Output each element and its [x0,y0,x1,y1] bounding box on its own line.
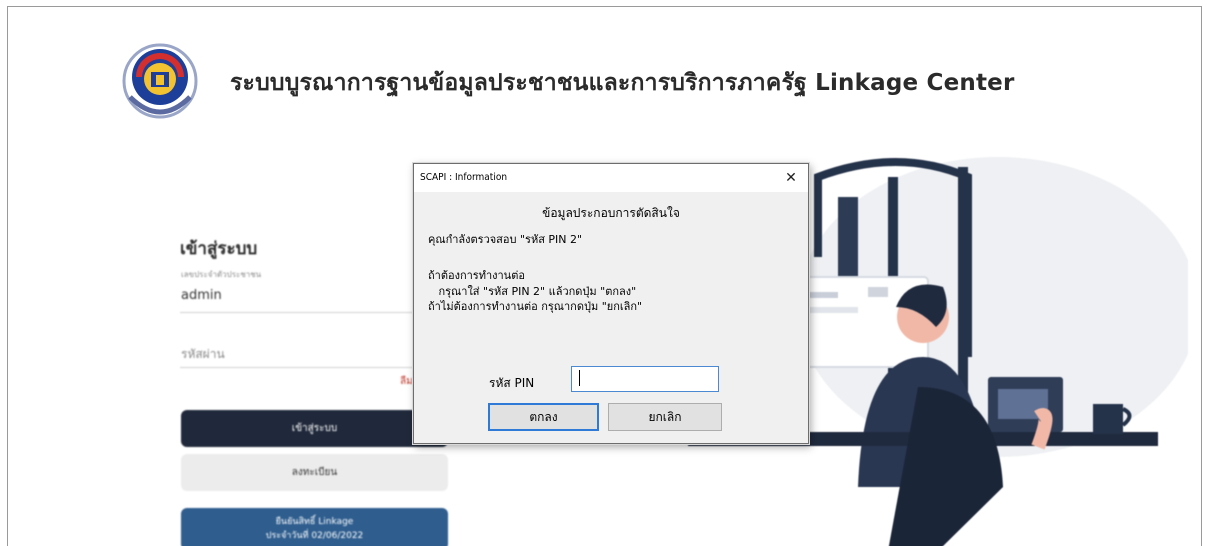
close-icon[interactable]: ✕ [780,168,802,188]
text-caret [579,370,580,386]
browser-frame: ระบบบูรณาการฐานข้อมูลประชาชนและการบริการ… [7,6,1202,546]
site-title: ระบบบูรณาการฐานข้อมูลประชาชนและการบริการ… [230,70,1015,96]
linkage-confirm-button[interactable]: ยืนยันสิทธิ์ Linkage ประจำวันที่ 02/06/2… [181,508,448,546]
linkage-confirm-line2: ประจำวันที่ 02/06/2022 [265,531,364,541]
register-button[interactable]: ลงทะเบียน [181,454,448,491]
dialog-message-line1: คุณกำลังตรวจสอบ "รหัส PIN 2" [428,233,583,246]
forgot-password-link[interactable]: ลืม [400,374,413,389]
ok-button[interactable]: ตกลง [488,403,599,431]
dialog-heading: ข้อมูลประกอบการตัดสินใจ [542,206,680,220]
dialog-titlebar: SCAPI : Information ✕ [414,164,808,192]
username-label: เลขประจำตัวประชาชน [181,270,262,279]
department-seal-logo [122,43,198,119]
dialog-message-line4: ถ้าไม่ต้องการทำงานต่อ กรุณากดปุ่ม "ยกเลิ… [428,300,643,313]
dialog-title: SCAPI : Information [420,172,508,183]
password-field[interactable]: รหัสผ่าน [181,345,225,364]
login-button[interactable]: เข้าสู่ระบบ [181,410,448,447]
username-field[interactable]: admin [181,288,222,303]
cancel-button[interactable]: ยกเลิก [608,403,722,431]
linkage-confirm-line1: ยืนยันสิทธิ์ Linkage [275,517,354,527]
username-underline [180,312,448,313]
pin-label: รหัส PIN [489,376,535,390]
login-heading: เข้าสู่ระบบ [180,239,258,259]
password-underline [180,367,448,368]
scapi-information-dialog: SCAPI : Information ✕ ข้อมูลประกอบการตัด… [413,163,809,444]
pin-input[interactable] [571,366,719,392]
